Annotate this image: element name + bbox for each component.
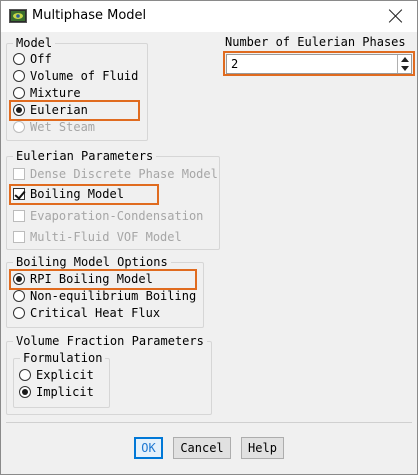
radio-icon	[13, 290, 25, 302]
radio-icon	[13, 70, 25, 82]
dense-discrete-checkbox: Dense Discrete Phase Model	[13, 166, 218, 183]
checkbox-icon	[13, 168, 25, 180]
button-separator	[6, 422, 412, 423]
model-wet-steam-radio: Wet Steam	[13, 119, 95, 136]
radio-icon	[13, 307, 25, 319]
app-icon	[9, 9, 27, 23]
title-bar: Multiphase Model	[1, 1, 417, 32]
boiling-options-label: Boiling Model Options	[13, 254, 171, 270]
rpi-highlight-box	[9, 269, 197, 290]
formulation-label: Formulation	[20, 350, 106, 366]
radio-icon	[13, 53, 25, 65]
close-icon[interactable]	[383, 3, 409, 29]
boiling-highlight-box	[9, 184, 159, 205]
implicit-radio[interactable]: Implicit	[19, 384, 94, 401]
window-title: Multiphase Model	[32, 8, 147, 23]
explicit-radio[interactable]: Explicit	[19, 367, 94, 384]
model-vof-radio[interactable]: Volume of Fluid	[13, 68, 138, 85]
radio-icon	[13, 87, 25, 99]
radio-icon	[19, 369, 31, 381]
critical-heat-flux-radio[interactable]: Critical Heat Flux	[13, 305, 160, 322]
cancel-button[interactable]: Cancel	[173, 437, 231, 459]
radio-selected-icon	[19, 386, 31, 398]
radio-icon	[13, 121, 25, 133]
model-group-label: Model	[13, 35, 56, 51]
model-off-radio[interactable]: Off	[13, 51, 52, 68]
eulerian-params-label: Eulerian Parameters	[13, 148, 157, 164]
evap-cond-checkbox: Evaporation-Condensation	[13, 208, 203, 225]
eulerian-highlight-box	[9, 100, 140, 121]
checkbox-icon	[13, 231, 25, 243]
ok-button[interactable]: OK	[134, 437, 163, 459]
phases-label: Number of Eulerian Phases	[225, 35, 406, 49]
non-equilibrium-radio[interactable]: Non-equilibrium Boiling	[13, 288, 196, 305]
volume-fraction-label: Volume Fraction Parameters	[13, 333, 207, 349]
multi-fluid-vof-checkbox: Multi-Fluid VOF Model	[13, 229, 182, 246]
phases-highlight-box	[223, 51, 415, 76]
checkbox-icon	[13, 210, 25, 222]
help-button[interactable]: Help	[241, 437, 284, 459]
dialog-window: Multiphase Model Model Off Volume of Flu…	[0, 0, 418, 475]
